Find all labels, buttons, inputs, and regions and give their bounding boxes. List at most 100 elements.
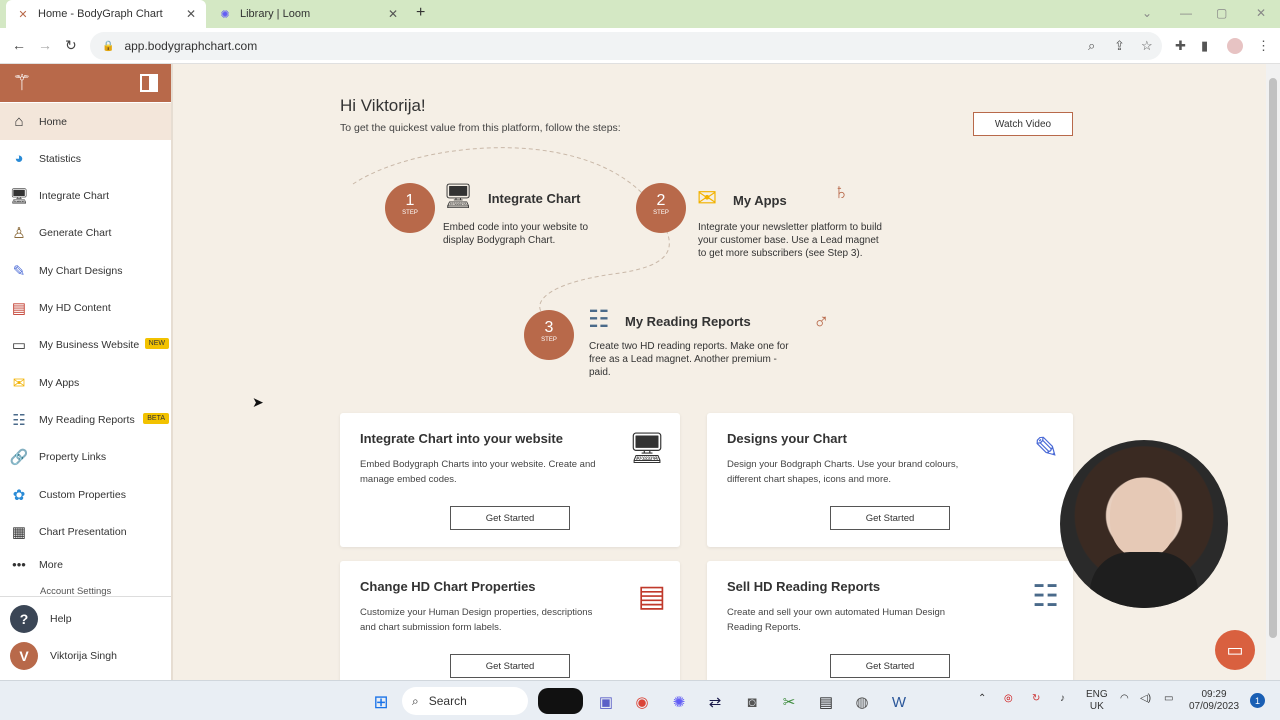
sidebar-item-more[interactable]: ••• More [0, 546, 171, 583]
design-icon: ✎ [1033, 432, 1059, 465]
time-label: 09:29 [1201, 689, 1227, 700]
sidebar-item-statistics[interactable]: ◕ Statistics [0, 140, 171, 177]
link-icon: 🔗 [9, 448, 29, 466]
sidebar-item-label: Home [39, 115, 68, 128]
snipping-tool-icon[interactable]: ✂ [778, 691, 800, 713]
get-started-button[interactable]: Get Started [830, 654, 950, 678]
sidebar-item-my-apps[interactable]: ✉ My Apps [0, 364, 171, 401]
tray-chevron-icon[interactable]: ⌃ [978, 693, 986, 705]
step-2-badge: 2 STEP [636, 183, 686, 233]
get-started-button[interactable]: Get Started [450, 654, 570, 678]
sidebar-toggle-icon[interactable] [140, 74, 158, 92]
maximize-icon[interactable]: ▢ [1216, 6, 1227, 20]
lock-icon: 🔒 [102, 40, 115, 52]
card-desc: Design your Bodgraph Charts. Use your br… [727, 459, 959, 485]
sidebar-item-integrate-chart[interactable]: 🖥 Integrate Chart [0, 177, 171, 214]
help-link[interactable]: ? Help [10, 605, 72, 633]
tray-app-icon[interactable]: ◎ [1004, 693, 1013, 705]
sidebar-item-label: My HD Content [39, 301, 111, 314]
chat-button[interactable]: ▭ [1215, 630, 1255, 670]
card-desc: Embed Bodygraph Charts into your website… [360, 459, 596, 485]
tab-loom[interactable]: ✺ Library | Loom ✕ [208, 0, 408, 28]
taskbar-search[interactable]: ⌕ Search [402, 687, 528, 715]
sidebar-divider [0, 596, 171, 597]
forward-icon[interactable]: → [38, 37, 52, 53]
region-label: UK [1089, 701, 1104, 712]
close-tab-icon[interactable]: ✕ [388, 7, 398, 21]
sidebar-item-label: Property Links [39, 450, 107, 463]
tab-bodygraph[interactable]: ✕ Home - BodyGraph Chart ✕ [6, 0, 206, 28]
sidebar-item-label: My Business Website [39, 338, 140, 351]
website-icon: ▭ [11, 336, 27, 354]
chrome-icon[interactable]: ◉ [631, 691, 653, 713]
more-icon: ••• [12, 557, 26, 572]
notification-badge[interactable]: 1 [1250, 693, 1265, 708]
browser-tab-bar: ✕ Home - BodyGraph Chart ✕ ✺ Library | L… [0, 0, 1280, 28]
minimize-icon[interactable]: — [1180, 6, 1192, 20]
windows-start-icon[interactable]: ⊞ [370, 691, 392, 713]
mail-icon: ✉ [697, 185, 718, 212]
card-title: Integrate Chart into your website [360, 431, 563, 446]
sidebar-item-my-hd-content[interactable]: ▤ My HD Content [0, 289, 171, 326]
share-icon[interactable]: ⇪ [1114, 38, 1125, 54]
new-badge: NEW [144, 338, 169, 349]
step-3-desc: Create two HD reading reports. Make one … [589, 341, 789, 378]
scrollbar-thumb[interactable] [1269, 78, 1277, 638]
loom-icon[interactable]: ✺ [668, 691, 690, 713]
card-title: Designs your Chart [727, 431, 847, 446]
tab-search-icon[interactable]: ⌄ [1142, 6, 1152, 20]
presentation-icon: ▦ [11, 523, 27, 541]
taskbar-widget[interactable] [538, 688, 583, 714]
close-window-icon[interactable]: ✕ [1256, 6, 1266, 20]
camera-icon[interactable]: ◙ [741, 691, 763, 713]
presenter-body [1090, 552, 1198, 608]
url-text: app.bodygraphchart.com [124, 39, 258, 53]
step-3-badge: 3 STEP [524, 310, 574, 360]
sidebar-item-property-links[interactable]: 🔗 Property Links [0, 438, 171, 475]
profile-avatar[interactable] [1227, 38, 1243, 54]
sidebar-item-chart-presentation[interactable]: ▦ Chart Presentation [0, 513, 171, 550]
new-tab-icon[interactable]: + [416, 4, 425, 22]
sidebar-item-my-business-website[interactable]: ▭ My Business Website NEW [0, 326, 171, 363]
page-scrollbar[interactable] [1266, 64, 1280, 680]
tray-sync-icon[interactable]: ↻ [1032, 693, 1040, 705]
zoom-icon[interactable]: ⌕ [1088, 38, 1095, 54]
sidebar-item-label: Custom Properties [39, 488, 126, 501]
clock[interactable]: 09:29 07/09/2023 [1186, 689, 1242, 713]
volume-icon[interactable]: ◁) [1140, 693, 1151, 705]
word-icon[interactable]: W [888, 691, 910, 713]
sidebar-item-home[interactable]: ⌂ Home [0, 103, 171, 140]
step-1-desc: Embed code into your website to display … [443, 222, 589, 246]
sidepanel-icon[interactable]: ▮ [1201, 38, 1208, 54]
address-bar[interactable]: 🔒 app.bodygraphchart.com [90, 32, 1162, 60]
monitor-icon: 🖥 [627, 432, 666, 465]
sidebar-item-custom-properties[interactable]: ✿ Custom Properties [0, 476, 171, 513]
get-started-button[interactable]: Get Started [450, 506, 570, 530]
monitor-icon: 🖥 [9, 187, 29, 205]
menu-icon[interactable]: ⋮ [1257, 38, 1270, 54]
extensions-icon[interactable]: ✚ [1175, 38, 1186, 54]
sidebar-item-generate-chart[interactable]: ♙ Generate Chart [0, 214, 171, 251]
reload-icon[interactable]: ↻ [65, 37, 77, 54]
wifi-icon[interactable]: ◠ [1120, 693, 1129, 705]
teams-icon[interactable]: ▣ [595, 691, 617, 713]
card-title: Change HD Chart Properties [360, 579, 536, 594]
get-started-button[interactable]: Get Started [830, 506, 950, 530]
language-indicator[interactable]: ENG UK [1086, 689, 1108, 713]
battery-icon[interactable]: ▭ [1164, 693, 1173, 705]
close-tab-icon[interactable]: ✕ [186, 7, 196, 21]
microphone-icon[interactable]: ♪ [1060, 693, 1065, 705]
help-label: Help [50, 613, 72, 625]
sidebar-item-my-chart-designs[interactable]: ✎ My Chart Designs [0, 252, 171, 289]
user-name: Viktorija Singh [50, 650, 117, 662]
search-icon: ⌕ [412, 693, 419, 708]
sidebar-item-my-reading-reports[interactable]: ☷ My Reading Reports BETA [0, 401, 171, 438]
notepad-icon[interactable]: ▤ [815, 691, 837, 713]
back-icon[interactable]: ← [12, 37, 26, 53]
sidebar-item-label: More [39, 558, 63, 571]
bookmark-star-icon[interactable]: ☆ [1141, 38, 1153, 54]
app-icon[interactable]: ◍ [851, 691, 873, 713]
pie-chart-icon: ◕ [14, 150, 24, 167]
user-profile[interactable]: V Viktorija Singh [10, 642, 117, 670]
remote-desktop-icon[interactable]: ⇄ [704, 691, 726, 713]
